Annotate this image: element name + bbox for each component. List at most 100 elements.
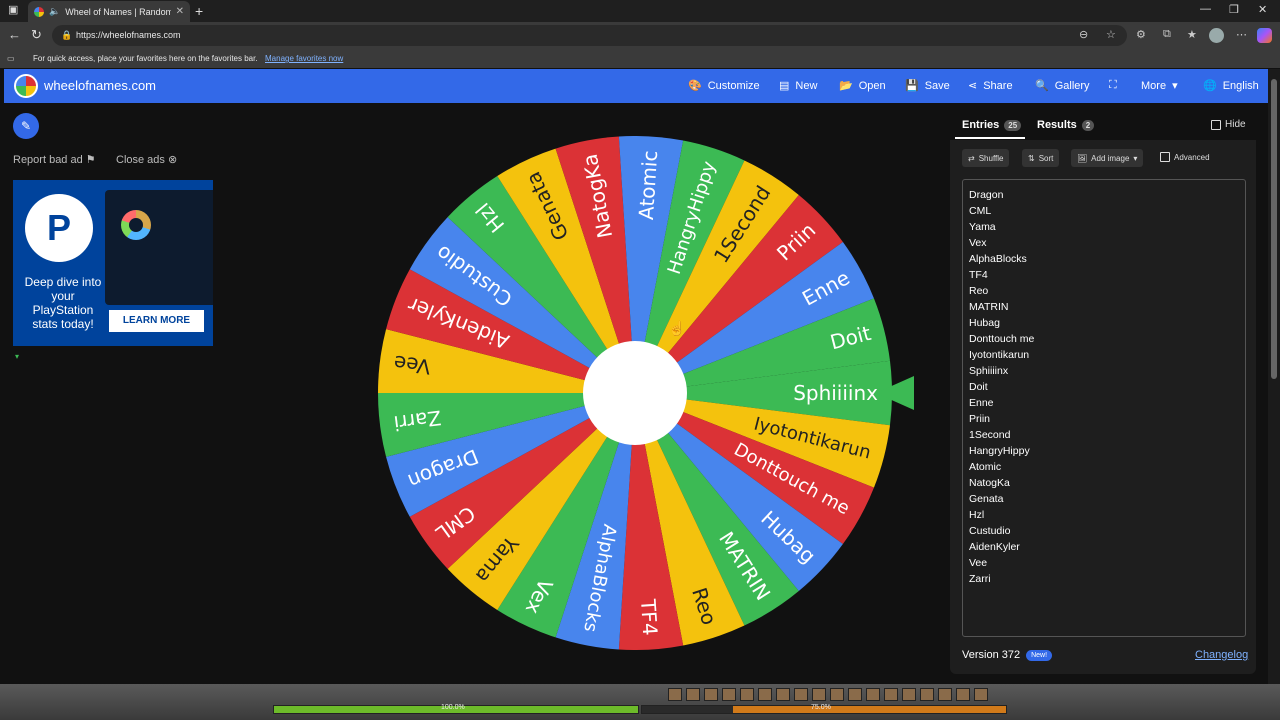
- skill-icon[interactable]: [722, 688, 736, 701]
- skill-icon[interactable]: [938, 688, 952, 701]
- share-button[interactable]: ⋖ Share: [968, 79, 1013, 93]
- wheel-svg[interactable]: SphiiiinxIyotontikarunDonttouch meHubagM…: [378, 136, 892, 650]
- changelog-link[interactable]: Changelog: [1195, 649, 1248, 661]
- wheel-segment-label: Sphiiiinx: [793, 381, 878, 405]
- entry-line: Yama: [969, 221, 996, 233]
- customize-label: Customize: [707, 79, 760, 92]
- wheel-logo-icon[interactable]: [14, 74, 38, 98]
- entry-line: Vee: [969, 557, 988, 569]
- entry-line: Atomic: [969, 461, 1002, 473]
- skill-icon[interactable]: [866, 688, 880, 701]
- chevron-down-icon: ▾: [1133, 153, 1138, 163]
- entries-textarea[interactable]: Dragon CML Yama Vex AlphaBlocks TF4 Reo MATRIN H…: [962, 179, 1246, 637]
- reader-icon[interactable]: ⊖: [1079, 28, 1088, 41]
- sort-icon: ⇅: [1028, 153, 1035, 163]
- entry-line: Iyotontikarun: [969, 349, 1030, 361]
- report-bad-ad-link[interactable]: Report bad ad ⚑: [13, 153, 96, 166]
- manage-favorites-link[interactable]: Manage favorites now: [265, 49, 343, 68]
- language-button[interactable]: 🌐 English: [1203, 79, 1259, 93]
- close-circle-icon: ⊗: [167, 154, 178, 166]
- close-tab-icon[interactable]: ✕: [176, 6, 184, 17]
- open-label: Open: [858, 79, 886, 92]
- skill-icon[interactable]: [956, 688, 970, 701]
- sort-button[interactable]: ⇅ Sort: [1022, 149, 1060, 167]
- speaker-icon[interactable]: 🔈: [49, 6, 60, 17]
- ad-choices-icon[interactable]: ▾: [15, 352, 19, 361]
- skill-icon[interactable]: [668, 688, 682, 701]
- version-label: Version 372: [962, 649, 1021, 661]
- split-screen-icon[interactable]: ⧉: [1163, 28, 1171, 41]
- shuffle-button[interactable]: ⇄ Shuffle: [962, 149, 1010, 167]
- skill-icon[interactable]: [686, 688, 700, 701]
- copilot-icon[interactable]: [1257, 28, 1272, 43]
- chevron-down-icon: ▾: [1172, 80, 1178, 92]
- maximize-icon[interactable]: ❐: [1229, 3, 1239, 16]
- skill-icon[interactable]: [848, 688, 862, 701]
- skill-icon[interactable]: [902, 688, 916, 701]
- wheel-segment-label: Atomic: [634, 150, 662, 221]
- url-field[interactable]: 🔒 https://wheelofnames.com: [52, 25, 1127, 46]
- skill-icon[interactable]: [830, 688, 844, 701]
- advanced-checkbox-box[interactable]: [1160, 152, 1170, 162]
- wheel-center-hub[interactable]: [583, 341, 687, 445]
- wheel[interactable]: Sphiiiinx Iyotontikarun Donttouch me Hubag M…: [378, 136, 892, 650]
- new-button[interactable]: ▤ New: [779, 79, 817, 93]
- skill-icon[interactable]: [974, 688, 988, 701]
- report-ad-label: Report bad ad: [13, 154, 83, 166]
- share-icon: ⋖: [968, 80, 978, 92]
- refresh-icon[interactable]: ↻: [31, 27, 42, 43]
- wheel-segment-label: Vee: [392, 351, 431, 379]
- open-button[interactable]: 📂 Open: [839, 79, 886, 93]
- skill-icon[interactable]: [704, 688, 718, 701]
- gallery-button[interactable]: 🔍 Gallery: [1035, 79, 1090, 93]
- skill-icon[interactable]: [794, 688, 808, 701]
- tab-actions-icon[interactable]: ▣: [8, 3, 18, 16]
- tab-title: Wheel of Names | Random n: [65, 6, 171, 17]
- advanced-checkbox[interactable]: Advanced: [1160, 152, 1210, 162]
- close-window-icon[interactable]: ✕: [1258, 3, 1267, 16]
- page-scrollbar[interactable]: [1268, 69, 1280, 684]
- entry-line: MATRIN: [969, 301, 1009, 313]
- extensions-icon[interactable]: ⚙: [1136, 28, 1146, 41]
- add-image-label: Add image: [1091, 153, 1130, 163]
- more-options-icon[interactable]: ⋯: [1236, 28, 1247, 41]
- entry-line: Genata: [969, 493, 1004, 505]
- entry-line: AidenKyler: [969, 541, 1020, 553]
- favorite-star-icon[interactable]: ☆: [1106, 28, 1116, 41]
- close-ads-link[interactable]: Close ads ⊗: [116, 153, 177, 166]
- scrollbar-thumb[interactable]: [1271, 79, 1277, 379]
- skill-icon[interactable]: [740, 688, 754, 701]
- file-icon: ▤: [779, 80, 790, 92]
- save-button[interactable]: 💾 Save: [905, 79, 950, 93]
- tab-results[interactable]: Results 2: [1037, 119, 1095, 131]
- skill-icon[interactable]: [920, 688, 934, 701]
- entry-line: CML: [969, 205, 992, 217]
- fullscreen-button[interactable]: ⛶: [1109, 79, 1117, 92]
- edit-pencil-button[interactable]: ✎: [13, 113, 39, 139]
- results-tab-label: Results: [1037, 119, 1077, 131]
- back-icon[interactable]: ←: [8, 27, 21, 42]
- favorites-bar-icon: ▭: [7, 54, 15, 63]
- profile-avatar[interactable]: [1209, 28, 1224, 43]
- browser-tab[interactable]: 🔈 Wheel of Names | Random n ✕: [28, 1, 190, 22]
- entry-line: NatogKa: [969, 477, 1010, 489]
- skill-icon[interactable]: [776, 688, 790, 701]
- favorites-icon[interactable]: ★: [1187, 28, 1197, 41]
- tab-entries[interactable]: Entries 25: [962, 119, 1022, 131]
- new-tab-icon[interactable]: +: [195, 3, 203, 19]
- hide-checkbox[interactable]: Hide: [1211, 119, 1246, 130]
- site-name[interactable]: wheelofnames.com: [44, 78, 156, 93]
- skill-icon[interactable]: [884, 688, 898, 701]
- customize-button[interactable]: 🎨 Customize: [688, 79, 760, 93]
- learn-more-button[interactable]: LEARN MORE: [109, 310, 204, 332]
- hide-checkbox-box[interactable]: [1211, 119, 1221, 130]
- more-button[interactable]: More ▾: [1141, 79, 1178, 93]
- save-label: Save: [924, 79, 950, 92]
- palette-icon: 🎨: [688, 80, 702, 92]
- skill-icon[interactable]: [812, 688, 826, 701]
- wheel-segment-label: TF4: [636, 597, 662, 636]
- entry-line: HangryHippy: [969, 445, 1030, 457]
- minimize-icon[interactable]: —: [1200, 3, 1211, 15]
- skill-icon[interactable]: [758, 688, 772, 701]
- add-image-button[interactable]: 🖼 Add image ▾: [1071, 149, 1144, 167]
